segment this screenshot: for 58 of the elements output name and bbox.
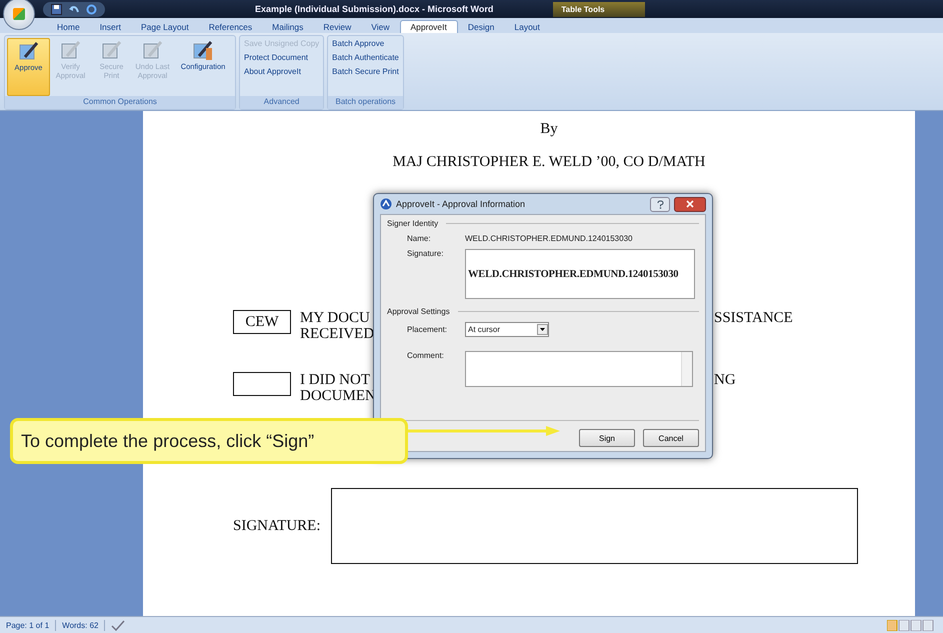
- dialog-title: ApproveIt - Approval Information: [396, 199, 526, 209]
- callout-text: To complete the process, click “Sign”: [21, 430, 314, 452]
- ribbon-tab[interactable]: View: [361, 21, 400, 33]
- group-label: Batch operations: [328, 96, 403, 109]
- dialog-button[interactable]: Sign: [579, 429, 635, 447]
- ribbon-button[interactable]: Batch Authenticate: [332, 53, 399, 62]
- window-title: Example (Individual Submission).docx - Microsoft Word: [255, 4, 494, 14]
- name-value: WELD.CHRISTOPHER.EDMUND.1240153030: [465, 234, 632, 243]
- ribbon-button[interactable]: Batch Secure Print: [332, 67, 399, 76]
- scrollbar[interactable]: [681, 352, 692, 386]
- dialog-button[interactable]: Cancel: [643, 429, 699, 447]
- section-label: Approval Settings: [387, 307, 450, 316]
- initials-box: [233, 372, 291, 396]
- group-label: Common Operations: [5, 96, 235, 109]
- ribbon-tab[interactable]: Layout: [504, 21, 550, 33]
- context-tab-label: Table Tools: [553, 2, 645, 16]
- ribbon-tab[interactable]: Mailings: [262, 21, 314, 33]
- comment-field[interactable]: [465, 351, 693, 387]
- ribbon-button[interactable]: Batch Approve: [332, 39, 384, 48]
- save-icon[interactable]: [51, 4, 62, 14]
- ribbon-tab[interactable]: References: [198, 21, 262, 33]
- initials-box: CEW: [233, 310, 291, 334]
- group-label: Advanced: [240, 96, 324, 109]
- ribbon-tab[interactable]: Design: [458, 21, 504, 33]
- signature-value: WELD.CHRISTOPHER.EDMUND.1240153030: [468, 268, 678, 280]
- field-label: Placement:: [406, 325, 448, 334]
- field-label: Comment:: [406, 351, 445, 360]
- help-button[interactable]: [650, 196, 670, 212]
- signature-label: SIGNATURE:: [233, 518, 321, 534]
- close-button[interactable]: [674, 196, 706, 212]
- tool-icon: [191, 40, 215, 62]
- office-button[interactable]: [3, 0, 35, 30]
- app-icon: [380, 198, 392, 210]
- document-text: By: [539, 121, 559, 138]
- ribbon-button[interactable]: About ApproveIt: [244, 67, 301, 76]
- ribbon-tab[interactable]: Page Layout: [130, 21, 199, 33]
- document-text: MY DOCU: [300, 310, 370, 326]
- ribbon-tab[interactable]: Review: [313, 21, 362, 33]
- field-label: Signature:: [406, 249, 444, 258]
- status-text: Page: 1 of 1: [6, 620, 50, 630]
- section-label: Signer Identity: [387, 219, 438, 228]
- proofing-icon[interactable]: [111, 620, 126, 630]
- ribbon-tab[interactable]: Home: [47, 21, 90, 33]
- field-label: Name:: [406, 234, 432, 243]
- document-text: MAJ CHRISTOPHER E. WELD ’00, CO D/MATH: [392, 154, 706, 171]
- status-text: Words: 62: [62, 620, 98, 630]
- ribbon-tab[interactable]: ApproveIt: [400, 20, 458, 33]
- help-icon: [656, 200, 664, 208]
- undo-icon[interactable]: [68, 4, 80, 14]
- document-text: RECEIVED: [300, 326, 374, 342]
- placement-dropdown[interactable]: At cursor: [465, 322, 549, 337]
- ribbon-button[interactable]: Protect Document: [244, 53, 308, 62]
- close-icon: [686, 200, 694, 208]
- document-text: NG: [714, 372, 737, 388]
- document-text: SSISTANCE: [714, 310, 794, 326]
- document-text: DOCUMEN: [300, 388, 376, 404]
- document-text: I DID NOT: [300, 372, 370, 388]
- ribbon-tab[interactable]: Insert: [90, 21, 131, 33]
